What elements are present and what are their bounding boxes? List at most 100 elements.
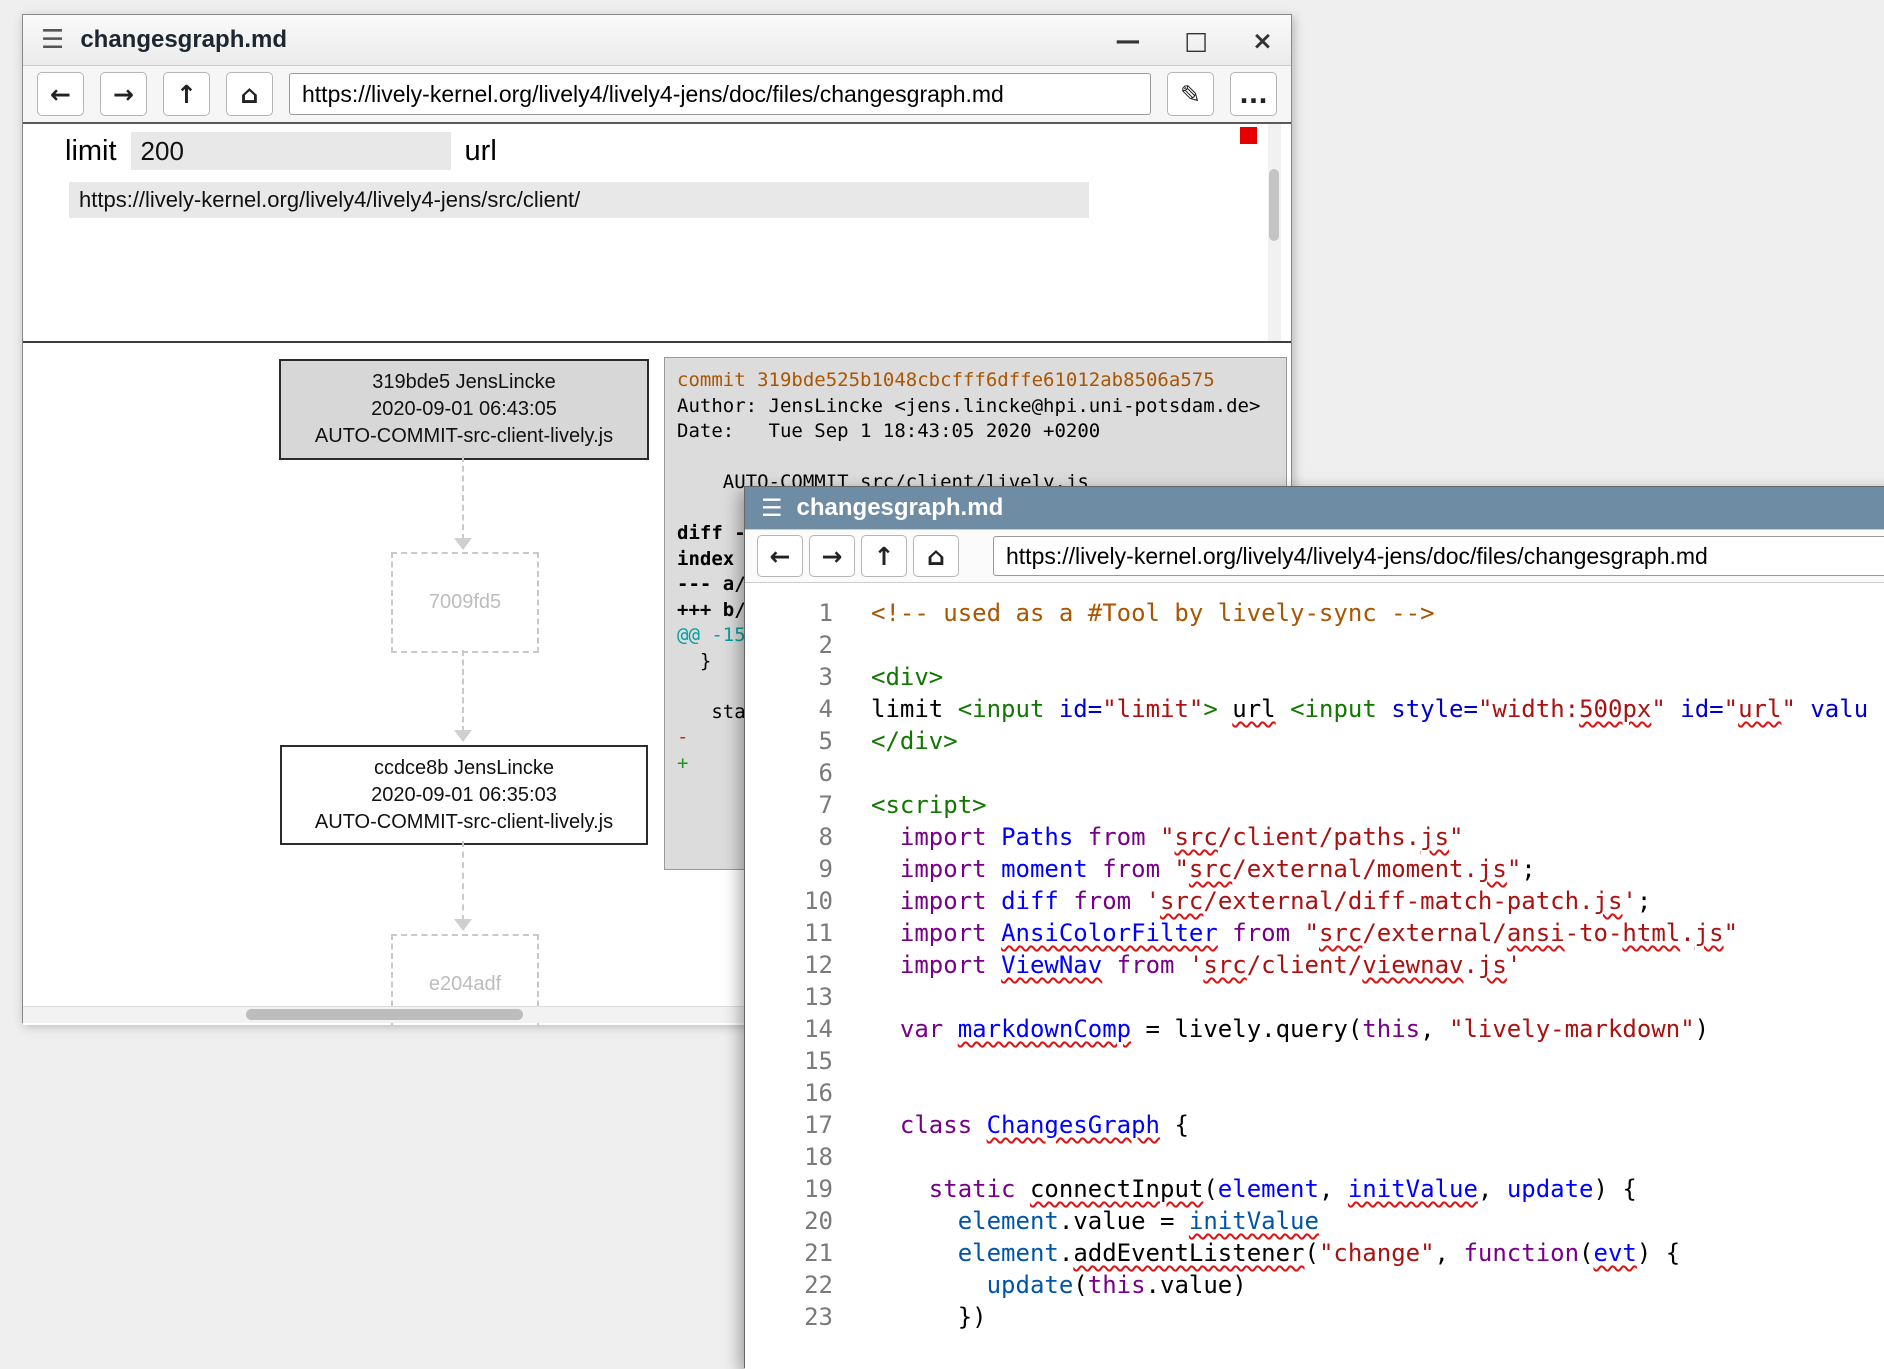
home-button[interactable]: ⌂: [913, 535, 959, 577]
graph-edge: [462, 841, 464, 921]
code-token: ": [1174, 855, 1188, 883]
code-token: ": [1305, 919, 1319, 947]
line-number: 15: [745, 1045, 833, 1077]
code-token: "width:: [1478, 695, 1579, 723]
code-token: function: [1463, 1239, 1579, 1267]
code-token: ) {: [1594, 1175, 1637, 1203]
code-token: ': [1507, 951, 1521, 979]
code-line: <div>: [871, 661, 1884, 693]
code-token: js: [1478, 951, 1507, 979]
back-button[interactable]: ←: [37, 72, 84, 116]
home-button[interactable]: ⌂: [226, 72, 273, 116]
code-token: from: [1117, 951, 1175, 979]
code-token: (: [1073, 1271, 1087, 1299]
limit-label: limit: [65, 135, 117, 168]
code-token: [1102, 951, 1116, 979]
code-line: import diff from 'src/external/diff-matc…: [871, 885, 1884, 917]
window-title: changesgraph.md: [80, 26, 287, 54]
edit-button[interactable]: ✎: [1167, 72, 1214, 116]
code-token: =: [1088, 695, 1102, 723]
maximize-button[interactable]: □: [1184, 26, 1208, 55]
titlebar[interactable]: ☰ changesgraph.md: [745, 487, 1884, 530]
code-token: ": [1449, 823, 1463, 851]
vertical-scrollbar-thumb[interactable]: [1269, 169, 1279, 241]
code-token: id: [1680, 695, 1709, 723]
code-token: Paths: [1001, 823, 1073, 851]
code-token: ): [1695, 1015, 1709, 1043]
window-changesgraph-front: ☰ changesgraph.md ← → ↑ ⌂ 12345678910111…: [744, 486, 1884, 1368]
code-line: <!-- used as a #Tool by lively-sync -->: [871, 597, 1884, 629]
more-button[interactable]: ...: [1230, 72, 1277, 116]
menu-icon[interactable]: ☰: [761, 494, 783, 522]
code-token: ,: [1319, 1175, 1348, 1203]
commit-stub-7009fd5[interactable]: 7009fd5: [391, 552, 539, 653]
graph-url-input[interactable]: [69, 182, 1089, 218]
code-line: limit <input id="limit"> url <input styl…: [871, 693, 1884, 725]
commit-node-319bde5[interactable]: 319bde5 JensLincke 2020-09-01 06:43:05 A…: [279, 359, 649, 460]
commit-stub-label: e204adf: [429, 973, 501, 996]
limit-input[interactable]: [131, 132, 451, 170]
close-button[interactable]: ×: [1252, 26, 1273, 55]
code-token: url: [1232, 695, 1275, 723]
code-token: var: [900, 1015, 943, 1043]
minimize-button[interactable]: —: [1115, 26, 1140, 55]
menu-icon[interactable]: ☰: [41, 25, 64, 55]
commit-node-line: 319bde5 JensLincke: [372, 369, 555, 396]
forward-button[interactable]: →: [100, 72, 147, 116]
code-line: import Paths from "src/client/paths.js": [871, 821, 1884, 853]
code-token: .: [1463, 951, 1477, 979]
forward-button[interactable]: →: [809, 535, 855, 577]
code-token: update: [987, 1271, 1074, 1299]
code-token: [871, 855, 900, 883]
code-token: import: [900, 919, 987, 947]
code-token: ,: [1478, 1175, 1507, 1203]
code-token: viewnav: [1362, 951, 1463, 979]
commit-node-ccdce8b[interactable]: ccdce8b JensLincke 2020-09-01 06:35:03 A…: [280, 745, 648, 845]
graph-edge: [462, 456, 464, 540]
code-token: ;: [1637, 887, 1651, 915]
editor-gutter: 1234567891011121314151617181920212223: [745, 583, 833, 1369]
code-token: [1666, 695, 1680, 723]
code-token: ,: [1435, 1239, 1464, 1267]
code-token: [987, 855, 1001, 883]
code-token: 500px: [1579, 695, 1651, 723]
code-token: (: [1203, 1175, 1217, 1203]
editor-code: <!-- used as a #Tool by lively-sync --> <…: [833, 583, 1884, 1369]
code-token: element: [958, 1207, 1059, 1235]
address-input[interactable]: [289, 73, 1151, 115]
code-token: ": [1507, 855, 1521, 883]
commit-line: commit 319bde525b1048cbcfff6dffe61012ab8…: [677, 368, 1286, 394]
titlebar[interactable]: ☰ changesgraph.md — □ ×: [23, 15, 1291, 66]
commit-node-line: AUTO-COMMIT-src-client-lively.js: [315, 423, 613, 450]
code-token: evt: [1594, 1239, 1637, 1267]
commit-node-line: ccdce8b JensLincke: [374, 755, 554, 782]
address-input[interactable]: [993, 536, 1884, 576]
url-label: url: [465, 135, 497, 168]
code-token: "change": [1319, 1239, 1435, 1267]
code-token: /client/paths.: [1218, 823, 1420, 851]
line-number: 12: [745, 949, 833, 981]
code-token: ": [1160, 823, 1174, 851]
code-token: =: [1709, 695, 1723, 723]
up-button[interactable]: ↑: [861, 535, 907, 577]
code-token: [1016, 1175, 1030, 1203]
line-number: 3: [745, 661, 833, 693]
code-token: markdownComp: [958, 1015, 1131, 1043]
code-token: moment: [1001, 855, 1088, 883]
line-number: 11: [745, 917, 833, 949]
code-line: class ChangesGraph {: [871, 1109, 1884, 1141]
code-token: [1218, 919, 1232, 947]
line-number: 14: [745, 1013, 833, 1045]
code-token: update: [1507, 1175, 1594, 1203]
code-token: [987, 823, 1001, 851]
code-token: [1276, 695, 1290, 723]
up-button[interactable]: ↑: [163, 72, 210, 116]
code-token: from: [1232, 919, 1290, 947]
commit-line: [677, 445, 1286, 471]
horizontal-scrollbar-thumb[interactable]: [246, 1009, 523, 1020]
back-button[interactable]: ←: [757, 535, 803, 577]
line-number: 5: [745, 725, 833, 757]
code-editor[interactable]: 1234567891011121314151617181920212223 <!…: [745, 583, 1884, 1369]
line-number: 16: [745, 1077, 833, 1109]
code-line: import ViewNav from 'src/client/viewnav.…: [871, 949, 1884, 981]
